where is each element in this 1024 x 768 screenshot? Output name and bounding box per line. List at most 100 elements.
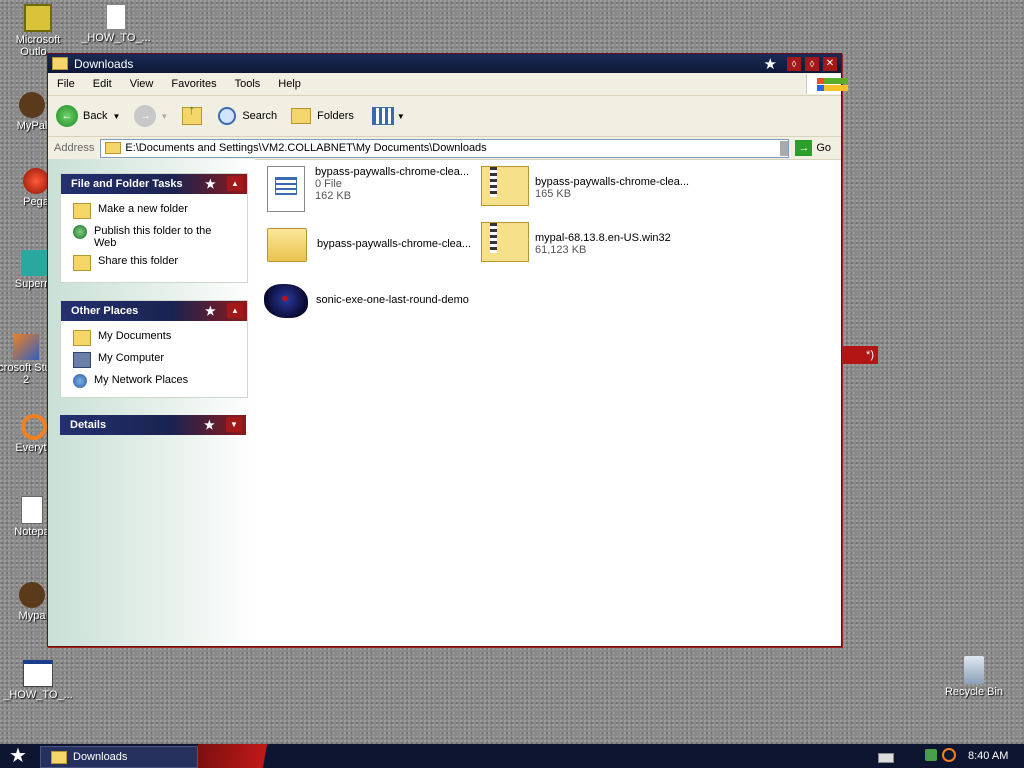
my-documents-link[interactable]: My Documents: [61, 327, 247, 349]
my-network-places-link[interactable]: My Network Places: [61, 371, 247, 391]
star-icon: ★: [205, 177, 216, 191]
window-document-icon: [23, 660, 53, 687]
menu-edit[interactable]: Edit: [84, 78, 121, 90]
folder-icon: [267, 228, 307, 262]
desktop-icon-how-to-2[interactable]: _HOW_TO_...: [0, 660, 78, 701]
menu-help[interactable]: Help: [269, 78, 310, 90]
file-item[interactable]: bypass-paywalls-chrome-clea... 165 KB: [481, 166, 689, 206]
collapse-button[interactable]: ▲: [227, 303, 243, 318]
panel-title: File and Folder Tasks: [71, 178, 183, 190]
background-window-fragment[interactable]: *): [840, 346, 878, 364]
outlook-icon: [24, 4, 52, 32]
search-label: Search: [242, 110, 278, 122]
maximize-button[interactable]: ◊: [805, 56, 819, 71]
window-title: Downloads: [74, 56, 134, 71]
desktop-icon-recycle-bin[interactable]: Recycle Bin: [934, 656, 1014, 698]
folder-icon: [52, 57, 68, 70]
file-name: bypass-paywalls-chrome-clea...: [315, 166, 470, 178]
network-tray-icon[interactable]: [925, 749, 937, 761]
go-arrow-icon: →: [795, 140, 813, 156]
start-button[interactable]: ★: [0, 744, 36, 768]
desktop-icon-label: _HOW_TO_...: [81, 32, 151, 44]
address-path: E:\Documents and Settings\VM2.COLLABNET\…: [125, 142, 487, 154]
recycle-bin-icon: [964, 656, 984, 684]
desktop-icon-label: _HOW_TO_...: [3, 689, 73, 701]
taskbar: ★ Downloads 8:40 AM: [0, 744, 1024, 768]
close-button[interactable]: ✕: [823, 56, 837, 71]
panel-title: Details: [70, 419, 107, 431]
superm-icon: [21, 250, 47, 276]
folder-icon: [73, 330, 91, 346]
file-item[interactable]: mypal-68.13.8.en-US.win32 61,123 KB: [481, 222, 671, 262]
zip-folder-icon: [481, 222, 529, 262]
folder-icon: [105, 142, 122, 154]
clock[interactable]: 8:40 AM: [968, 744, 1008, 768]
chevron-down-icon: ▼: [160, 111, 169, 121]
my-computer-link[interactable]: My Computer: [61, 349, 247, 371]
globe-icon: [73, 225, 87, 239]
minimize-button[interactable]: ◊: [787, 56, 801, 71]
search-button[interactable]: Search: [218, 107, 277, 125]
back-arrow-icon: ←: [56, 105, 78, 127]
network-icon: [73, 374, 87, 388]
make-new-folder-link[interactable]: Make a new folder: [61, 200, 247, 222]
back-button[interactable]: ← Back ▼: [56, 105, 120, 127]
desktop-icon-label: Recycle Bin: [944, 686, 1004, 698]
file-name: bypass-paywalls-chrome-clea...: [317, 238, 472, 250]
notepad-icon: [21, 496, 43, 524]
address-dropdown-button[interactable]: [780, 140, 789, 156]
toolbar: ← Back ▼ → ▼ ↑ Search Folders ▼: [48, 96, 841, 137]
go-button[interactable]: → Go: [795, 140, 831, 156]
share-folder-icon: [73, 255, 91, 271]
file-folder-tasks-panel: File and Folder Tasks ★ ▲ Make a new fol…: [60, 173, 248, 283]
panel-header[interactable]: File and Folder Tasks ★ ▲: [61, 174, 247, 194]
panel-header[interactable]: Details ★ ▼: [60, 415, 246, 435]
mypal-icon: [19, 92, 45, 118]
file-type: 0 File: [315, 178, 342, 190]
mypal-icon: [19, 582, 45, 608]
folders-icon: [291, 108, 312, 124]
menu-tools[interactable]: Tools: [226, 78, 270, 90]
panel-header[interactable]: Other Places ★ ▲: [61, 301, 247, 321]
explorer-window[interactable]: Downloads ★ ◊ ◊ ✕ File Edit View Favorit…: [47, 53, 848, 647]
menu-favorites[interactable]: Favorites: [162, 78, 225, 90]
file-item[interactable]: sonic-exe-one-last-round-demo: [264, 284, 469, 318]
collapse-button[interactable]: ▲: [227, 176, 243, 191]
computer-icon: [73, 352, 91, 368]
keyboard-icon[interactable]: [878, 753, 894, 763]
task-pane: File and Folder Tasks ★ ▲ Make a new fol…: [48, 159, 255, 646]
forward-button[interactable]: → ▼: [134, 105, 168, 127]
details-panel: Details ★ ▼: [60, 415, 246, 435]
other-places-panel: Other Places ★ ▲ My Documents My Compute…: [60, 300, 248, 398]
address-bar: Address E:\Documents and Settings\VM2.CO…: [48, 137, 841, 160]
up-folder-button[interactable]: ↑: [182, 102, 203, 125]
folders-label: Folders: [317, 110, 354, 122]
taskbar-button-label: Downloads: [73, 751, 128, 763]
share-folder-link[interactable]: Share this folder: [61, 252, 247, 274]
file-size: 165 KB: [535, 188, 572, 200]
taskbar-button-downloads[interactable]: Downloads: [40, 746, 198, 768]
new-folder-icon: [73, 203, 91, 219]
pegasus-icon: [23, 168, 49, 194]
publish-to-web-link[interactable]: Publish this folder to the Web: [61, 222, 247, 252]
file-item[interactable]: bypass-paywalls-chrome-clea... 0 File 16…: [267, 166, 469, 212]
file-item[interactable]: bypass-paywalls-chrome-clea...: [267, 228, 471, 262]
up-folder-icon: ↑: [182, 102, 203, 125]
title-bar[interactable]: Downloads ★ ◊ ◊ ✕: [48, 54, 841, 73]
menu-view[interactable]: View: [121, 78, 163, 90]
address-input[interactable]: E:\Documents and Settings\VM2.COLLABNET\…: [100, 138, 790, 158]
menu-bar: File Edit View Favorites Tools Help: [48, 73, 848, 96]
folders-button[interactable]: Folders: [291, 108, 354, 124]
views-icon: [371, 107, 394, 125]
expand-button[interactable]: ▼: [226, 417, 242, 432]
desktop-icon-outlook[interactable]: Microsoft Outlo...: [0, 4, 78, 58]
go-label: Go: [816, 142, 831, 154]
search-tray-icon[interactable]: [942, 748, 956, 762]
star-icon: ★: [205, 304, 216, 318]
desktop-icon-how-to[interactable]: _HOW_TO_...: [76, 4, 156, 44]
everything-icon: [21, 414, 47, 440]
file-size: 162 KB: [315, 190, 352, 202]
taskbar-flag-decoration: [198, 744, 308, 768]
views-button[interactable]: ▼: [371, 107, 405, 125]
menu-file[interactable]: File: [48, 78, 84, 90]
